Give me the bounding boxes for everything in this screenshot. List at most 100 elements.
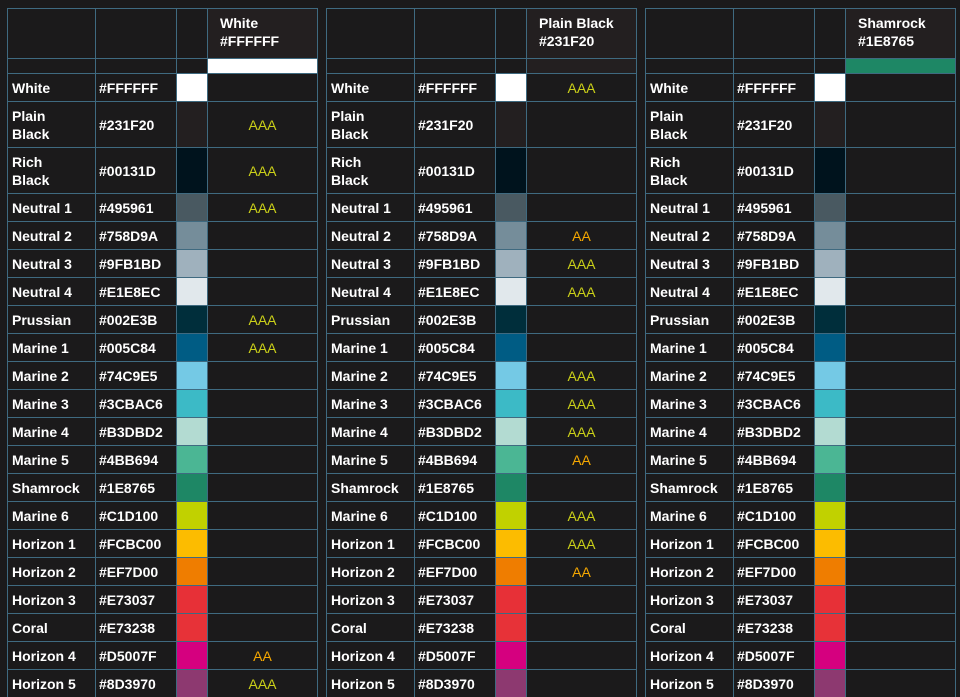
color-swatch bbox=[495, 417, 527, 446]
color-hex: #FFFFFF bbox=[733, 73, 815, 102]
color-swatch bbox=[176, 73, 208, 102]
color-hex: #758D9A bbox=[95, 221, 177, 250]
contrast-rating bbox=[526, 101, 637, 148]
color-swatch bbox=[495, 557, 527, 586]
contrast-rating bbox=[207, 361, 318, 390]
color-name: Neutral 2 bbox=[7, 221, 96, 250]
color-name: Neutral 1 bbox=[326, 193, 415, 222]
color-name: Marine 6 bbox=[645, 501, 734, 530]
color-name: Horizon 3 bbox=[645, 585, 734, 614]
contrast-rating bbox=[207, 389, 318, 418]
panel-color-band bbox=[526, 58, 637, 74]
color-hex: #E1E8EC bbox=[733, 277, 815, 306]
color-hex: #002E3B bbox=[414, 305, 496, 334]
color-swatch bbox=[176, 147, 208, 194]
color-hex: #231F20 bbox=[95, 101, 177, 148]
panel-header-row: Shamrock #1E8765 bbox=[645, 8, 956, 59]
color-name: Horizon 4 bbox=[326, 641, 415, 670]
contrast-rating bbox=[845, 277, 956, 306]
color-hex: #74C9E5 bbox=[414, 361, 496, 390]
color-hex: #E1E8EC bbox=[95, 277, 177, 306]
color-swatch bbox=[176, 305, 208, 334]
contrast-rating bbox=[526, 333, 637, 362]
band-blank-cell bbox=[414, 58, 496, 74]
color-hex: #231F20 bbox=[414, 101, 496, 148]
color-hex: #9FB1BD bbox=[733, 249, 815, 278]
color-swatch bbox=[814, 221, 846, 250]
table-row: Marine 4 #B3DBD2 AAA bbox=[326, 417, 637, 446]
contrast-rating bbox=[207, 221, 318, 250]
color-swatch bbox=[495, 361, 527, 390]
contrast-rating bbox=[845, 501, 956, 530]
contrast-rating bbox=[845, 417, 956, 446]
color-swatch bbox=[495, 305, 527, 334]
contrast-rating: AAA bbox=[207, 669, 318, 697]
contrast-rating: AAA bbox=[526, 417, 637, 446]
color-swatch bbox=[814, 73, 846, 102]
panel-title: Shamrock #1E8765 bbox=[845, 8, 956, 59]
contrast-rating bbox=[526, 613, 637, 642]
contrast-rating: AAA bbox=[207, 305, 318, 334]
table-row: Horizon 4 #D5007F bbox=[326, 641, 637, 670]
color-name: Horizon 2 bbox=[645, 557, 734, 586]
contrast-rating bbox=[207, 249, 318, 278]
contrast-rating bbox=[207, 417, 318, 446]
color-swatch bbox=[495, 473, 527, 502]
contrast-rating bbox=[845, 529, 956, 558]
band-blank-cell bbox=[814, 58, 846, 74]
table-row: Horizon 3 #E73037 bbox=[645, 585, 956, 614]
table-row: Marine 5 #4BB694 AA bbox=[326, 445, 637, 474]
color-hex: #005C84 bbox=[95, 333, 177, 362]
contrast-rating bbox=[207, 445, 318, 474]
color-name: Neutral 4 bbox=[7, 277, 96, 306]
contrast-rating bbox=[207, 73, 318, 102]
color-swatch bbox=[176, 585, 208, 614]
table-row: Horizon 4 #D5007F AA bbox=[7, 641, 318, 670]
color-swatch bbox=[176, 613, 208, 642]
color-hex: #FFFFFF bbox=[95, 73, 177, 102]
contrast-rating bbox=[207, 277, 318, 306]
color-hex: #B3DBD2 bbox=[95, 417, 177, 446]
color-name: Marine 2 bbox=[645, 361, 734, 390]
contrast-rating bbox=[845, 557, 956, 586]
color-name: Neutral 2 bbox=[645, 221, 734, 250]
table-row: Neutral 2 #758D9A AA bbox=[326, 221, 637, 250]
color-hex: #C1D100 bbox=[95, 501, 177, 530]
color-swatch bbox=[495, 501, 527, 530]
color-swatch bbox=[814, 585, 846, 614]
color-hex: #8D3970 bbox=[414, 669, 496, 697]
color-hex: #E73037 bbox=[733, 585, 815, 614]
contrast-rating bbox=[207, 585, 318, 614]
table-row: Horizon 4 #D5007F bbox=[645, 641, 956, 670]
table-row: Neutral 2 #758D9A bbox=[7, 221, 318, 250]
panel-header-row: Plain Black #231F20 bbox=[326, 8, 637, 59]
color-name: Neutral 1 bbox=[645, 193, 734, 222]
color-name: Horizon 4 bbox=[645, 641, 734, 670]
color-name: Shamrock bbox=[326, 473, 415, 502]
contrast-rating bbox=[845, 641, 956, 670]
color-hex: #E73238 bbox=[414, 613, 496, 642]
color-name: Rich Black bbox=[645, 147, 734, 194]
color-name: Horizon 5 bbox=[7, 669, 96, 697]
color-swatch bbox=[495, 147, 527, 194]
contrast-rating bbox=[845, 305, 956, 334]
color-hex: #231F20 bbox=[733, 101, 815, 148]
color-hex: #E73037 bbox=[95, 585, 177, 614]
color-hex: #3CBAC6 bbox=[95, 389, 177, 418]
color-name: Prussian bbox=[645, 305, 734, 334]
table-row: Neutral 3 #9FB1BD bbox=[645, 249, 956, 278]
color-swatch bbox=[814, 147, 846, 194]
color-hex: #00131D bbox=[414, 147, 496, 194]
color-name: Horizon 1 bbox=[7, 529, 96, 558]
color-swatch bbox=[176, 669, 208, 697]
color-hex: #00131D bbox=[733, 147, 815, 194]
color-name: White bbox=[7, 73, 96, 102]
color-swatch bbox=[176, 529, 208, 558]
color-hex: #FCBC00 bbox=[733, 529, 815, 558]
table-row: Rich Black #00131D bbox=[326, 147, 637, 194]
table-row: Marine 5 #4BB694 bbox=[7, 445, 318, 474]
color-hex: #3CBAC6 bbox=[733, 389, 815, 418]
color-hex: #D5007F bbox=[733, 641, 815, 670]
color-name: Marine 6 bbox=[326, 501, 415, 530]
table-row: Horizon 5 #8D3970 bbox=[645, 669, 956, 697]
